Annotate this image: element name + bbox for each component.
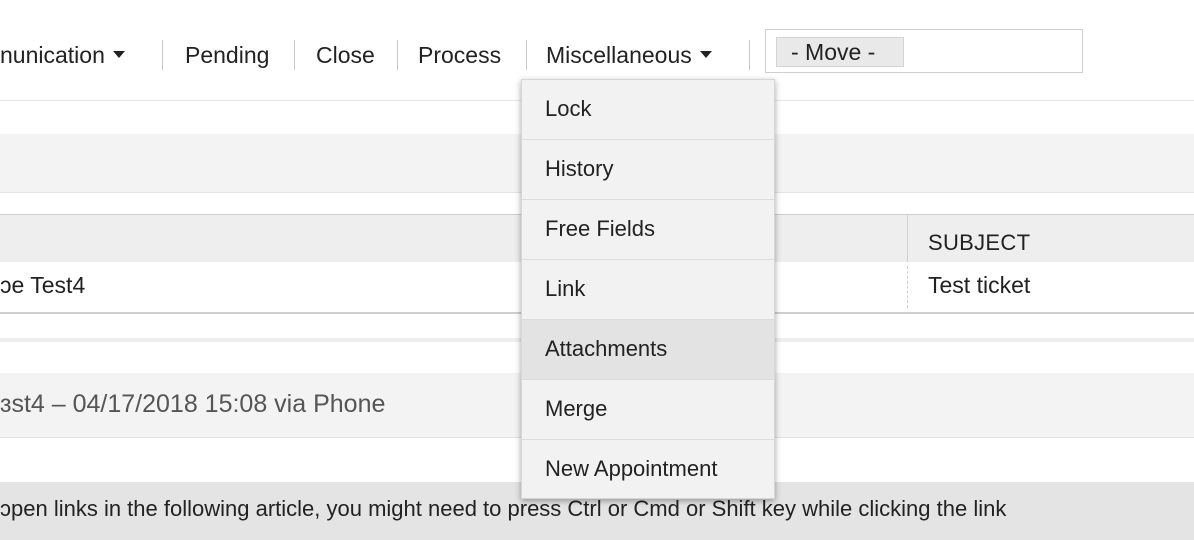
toolbar-separator: [294, 40, 295, 70]
toolbar-separator: [162, 40, 163, 70]
toolbar-separator: [749, 40, 750, 70]
toolbar-separator: [397, 40, 398, 70]
subject-column-header[interactable]: SUBJECT: [928, 230, 1030, 256]
caret-down-icon: [699, 51, 712, 59]
menu-item-lock[interactable]: Lock: [522, 80, 774, 140]
menu-item-free-fields[interactable]: Free Fields: [522, 200, 774, 260]
close-label: Close: [316, 42, 375, 68]
row-subject-cell: Test ticket: [928, 272, 1031, 298]
row-from-cell: ɔe Test4: [0, 272, 86, 298]
move-queue-select[interactable]: - Move -: [776, 37, 904, 67]
pending-button[interactable]: Pending: [185, 42, 269, 68]
article-title: ɜst4 – 04/17/2018 15:08 via Phone: [0, 390, 386, 418]
close-button[interactable]: Close: [316, 42, 375, 68]
link-notice-text: ɔpen links in the following article, you…: [0, 496, 1007, 521]
process-button[interactable]: Process: [418, 42, 501, 68]
communication-label: nunication: [0, 42, 105, 68]
menu-item-link[interactable]: Link: [522, 260, 774, 320]
miscellaneous-menu-button[interactable]: Miscellaneous: [546, 42, 712, 68]
pending-label: Pending: [185, 42, 270, 68]
miscellaneous-dropdown-menu: Lock History Free Fields Link Attachment…: [521, 79, 775, 499]
column-divider: [907, 266, 908, 308]
process-label: Process: [418, 42, 502, 68]
toolbar-separator: [526, 40, 527, 70]
move-queue-field: - Move -: [765, 29, 1083, 73]
menu-item-attachments[interactable]: Attachments: [522, 320, 774, 380]
caret-down-icon: [112, 51, 125, 59]
miscellaneous-label: Miscellaneous: [546, 42, 692, 68]
column-divider: [907, 215, 908, 262]
menu-item-history[interactable]: History: [522, 140, 774, 200]
communication-menu-button[interactable]: nunication: [0, 42, 125, 68]
menu-item-new-appointment[interactable]: New Appointment: [522, 440, 774, 500]
menu-item-merge[interactable]: Merge: [522, 380, 774, 440]
